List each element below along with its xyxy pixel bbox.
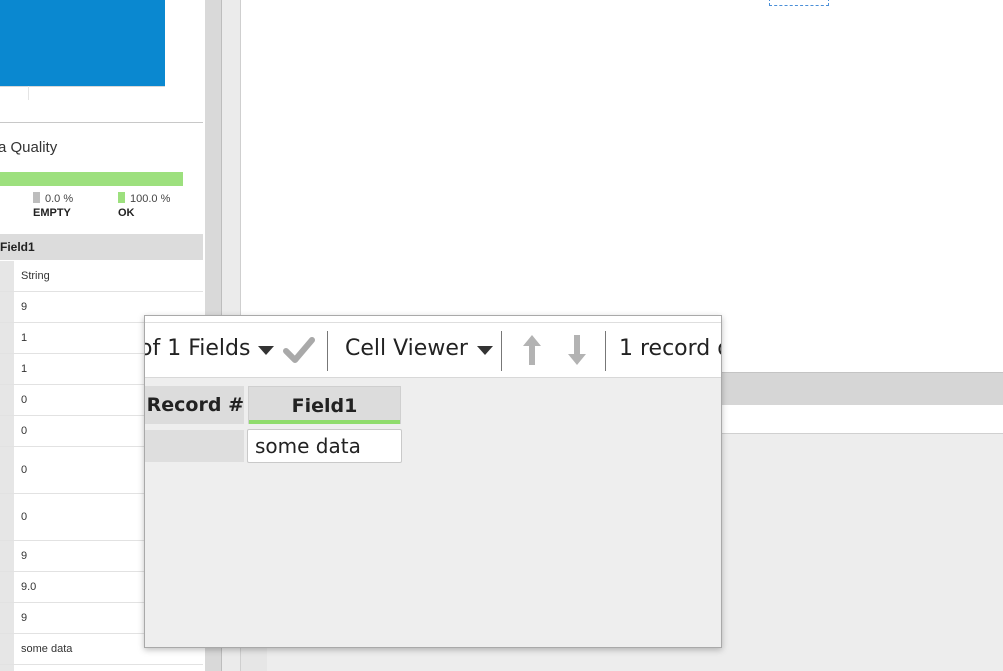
stat-value: 9 — [21, 300, 28, 313]
stat-row-strip — [0, 665, 14, 671]
legend-empty: 0.0 % EMPTY — [33, 192, 73, 219]
histogram-tick — [28, 86, 29, 100]
record-count: 1 record o — [619, 336, 722, 361]
stat-row-strip — [0, 634, 14, 664]
stat-value: 0 — [21, 510, 28, 523]
stat-row-strip — [0, 385, 14, 415]
stat-row-strip — [0, 494, 14, 540]
field1-header[interactable]: Field1 — [248, 386, 401, 424]
histogram-baseline — [0, 86, 165, 87]
results-popup-window: of 1 Fields Cell Viewer 1 record o Recor… — [144, 315, 722, 648]
ok-label: OK — [118, 207, 135, 219]
empty-label: EMPTY — [33, 207, 71, 219]
stat-value: some data — [21, 642, 73, 655]
stat-value: 1 — [21, 362, 28, 375]
stat-row: String — [0, 261, 203, 292]
stat-row-strip — [0, 447, 14, 493]
toolbar-separator — [327, 331, 328, 371]
stat-row-strip — [0, 541, 14, 571]
data-quality-bar — [0, 172, 183, 186]
stat-value: 0 — [21, 463, 28, 476]
stat-row-strip — [0, 292, 14, 322]
stat-value: 0 — [21, 393, 28, 406]
viewer-selector[interactable]: Cell Viewer — [345, 336, 468, 361]
ok-swatch — [118, 192, 125, 203]
arrow-down-icon[interactable] — [566, 333, 588, 367]
stat-row-strip — [0, 323, 14, 353]
ok-percent: 100.0 % — [130, 193, 171, 205]
stat-value: 1 — [21, 331, 28, 344]
stat-row-strip — [0, 354, 14, 384]
stat-value: String — [21, 269, 50, 282]
stat-value: 9 — [21, 611, 28, 624]
stat-row-strip — [0, 261, 14, 291]
toolbar-separator — [501, 331, 502, 371]
empty-percent: 0.0 % — [45, 193, 74, 205]
chevron-down-icon[interactable] — [258, 346, 274, 355]
stat-row: some data — [0, 665, 203, 671]
selection-marquee — [769, 0, 829, 6]
empty-swatch — [33, 192, 40, 203]
record-number-cell[interactable] — [145, 430, 244, 462]
field1-cell[interactable]: some data — [247, 429, 402, 463]
stat-value: 9.0 — [21, 580, 37, 593]
fields-selector[interactable]: of 1 Fields — [145, 336, 250, 361]
profile-histogram — [0, 0, 205, 122]
section-divider — [0, 122, 203, 123]
record-number-header[interactable]: Record # — [145, 386, 244, 424]
histogram-bar — [0, 0, 165, 86]
popup-title-strip[interactable] — [145, 316, 721, 323]
data-quality-title: a Quality — [0, 139, 58, 156]
stat-row-strip — [0, 603, 14, 633]
results-toolbar: of 1 Fields Cell Viewer 1 record o — [145, 323, 721, 378]
chevron-down-icon[interactable] — [477, 346, 493, 355]
stat-row-strip — [0, 572, 14, 602]
legend-ok: 100.0 % OK — [118, 192, 170, 219]
record-number-header-label: Record # — [146, 394, 244, 416]
quality-underline — [249, 420, 400, 424]
check-icon[interactable] — [283, 335, 315, 365]
field1-header-label: Field1 — [291, 395, 358, 417]
field-header[interactable]: Field1 — [0, 234, 203, 260]
stat-value: 9 — [21, 549, 28, 562]
stat-row-strip — [0, 416, 14, 446]
toolbar-separator — [605, 331, 606, 371]
arrow-up-icon[interactable] — [521, 333, 543, 367]
stat-value: 0 — [21, 424, 28, 437]
